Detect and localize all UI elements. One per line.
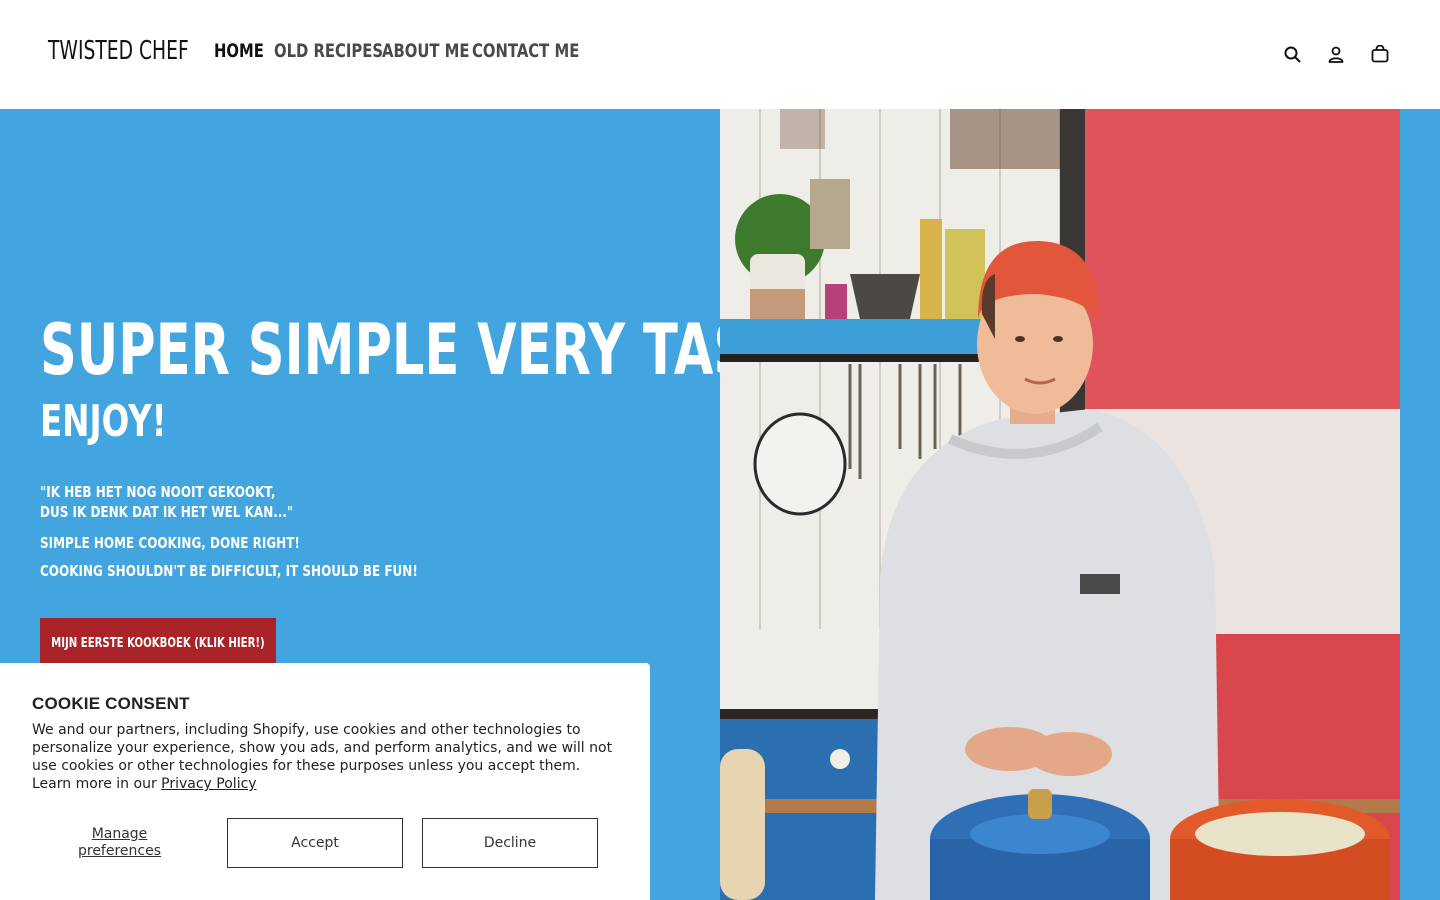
- chef-kitchen-photo: [720, 109, 1400, 900]
- nav-home[interactable]: HOME: [214, 40, 264, 62]
- manage-line-2: preferences: [77, 843, 162, 859]
- cookie-title: COOKIE CONSENT: [32, 694, 190, 713]
- main-nav: HOME OLD RECIPES ABOUT ME CONTACT ME: [214, 40, 579, 62]
- hero-quote: "IK HEB HET NOG NOOIT GEKOOKT, DUS IK DE…: [40, 482, 293, 522]
- search-icon[interactable]: [1282, 44, 1302, 64]
- decline-button[interactable]: Decline: [422, 818, 598, 868]
- hero-photo: [720, 109, 1400, 900]
- nav-old-recipes[interactable]: OLD RECIPES: [274, 40, 383, 62]
- hero-tagline-2: COOKING SHOULDN'T BE DIFFICULT, IT SHOUL…: [40, 562, 418, 580]
- cookie-body-text: We and our partners, including Shopify, …: [32, 722, 613, 792]
- hero-quote-line-1: "IK HEB HET NOG NOOIT GEKOOKT,: [40, 483, 276, 501]
- account-icon[interactable]: [1326, 44, 1346, 64]
- cookie-consent-banner: COOKIE CONSENT We and our partners, incl…: [0, 663, 650, 900]
- header-icons: [1282, 44, 1390, 64]
- hero-headline: SUPER SIMPLE VERY TASTY: [40, 309, 823, 391]
- accept-button[interactable]: Accept: [227, 818, 403, 868]
- site-header: TWISTED CHEF HOME OLD RECIPES ABOUT ME C…: [0, 0, 1440, 109]
- cookbook-cta-label: MIJN EERSTE KOOKBOEK (KLIK HIER!): [51, 635, 265, 651]
- manage-line-1: Manage: [91, 826, 148, 842]
- manage-preferences-link[interactable]: Manage preferences: [32, 818, 207, 868]
- hero-subheadline: ENJOY!: [40, 396, 167, 447]
- site-logo[interactable]: TWISTED CHEF: [48, 36, 189, 66]
- cookie-body: We and our partners, including Shopify, …: [32, 721, 622, 793]
- nav-about-me[interactable]: ABOUT ME: [382, 40, 470, 62]
- nav-contact-me[interactable]: CONTACT ME: [472, 40, 579, 62]
- hero-tagline-1: SIMPLE HOME COOKING, DONE RIGHT!: [40, 534, 300, 552]
- cookbook-cta-button[interactable]: MIJN EERSTE KOOKBOEK (KLIK HIER!): [40, 618, 276, 668]
- hero-quote-line-2: DUS IK DENK DAT IK HET WEL KAN...": [40, 503, 294, 521]
- cart-icon[interactable]: [1370, 44, 1390, 64]
- privacy-policy-link[interactable]: Privacy Policy: [161, 776, 256, 792]
